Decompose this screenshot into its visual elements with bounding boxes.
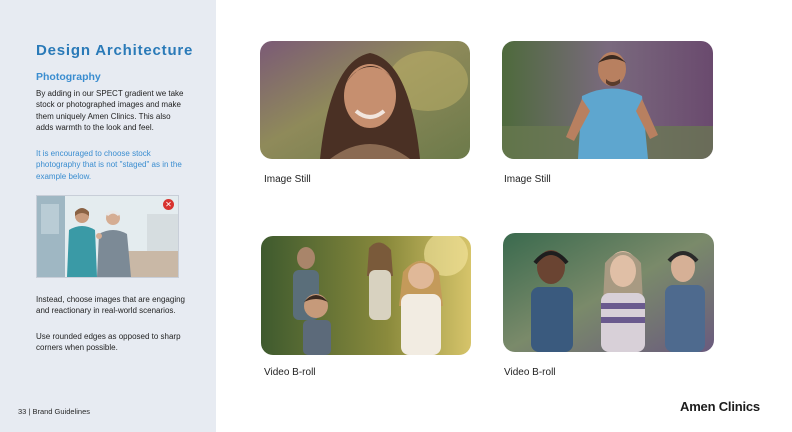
woman-portrait-photo (260, 41, 470, 159)
caption-photo-3: Video B-roll (264, 367, 316, 378)
intro-paragraph: By adding in our SPECT gradient we take … (36, 89, 184, 132)
man-running-photo (502, 41, 713, 159)
section-subtitle: Photography (36, 71, 101, 83)
caption-photo-1: Image Still (264, 174, 311, 185)
family-running-photo (261, 236, 471, 355)
page-number-footer: 33 | Brand Guidelines (18, 407, 90, 416)
caption-photo-4: Video B-roll (504, 367, 556, 378)
page-title: Design Architecture (36, 42, 194, 59)
guidance-paragraph: It is encouraged to choose stock photogr… (36, 149, 182, 181)
caption-photo-2: Image Still (504, 174, 551, 185)
rounded-edges-paragraph: Use rounded edges as opposed to sharp co… (36, 332, 181, 353)
teens-headphones-photo (503, 233, 714, 352)
instead-paragraph: Instead, choose images that are engaging… (36, 295, 185, 316)
staged-example-photo: ✕ (36, 195, 179, 278)
amen-clinics-logo: Amen Clinics (680, 399, 760, 414)
not-allowed-icon: ✕ (163, 199, 174, 210)
